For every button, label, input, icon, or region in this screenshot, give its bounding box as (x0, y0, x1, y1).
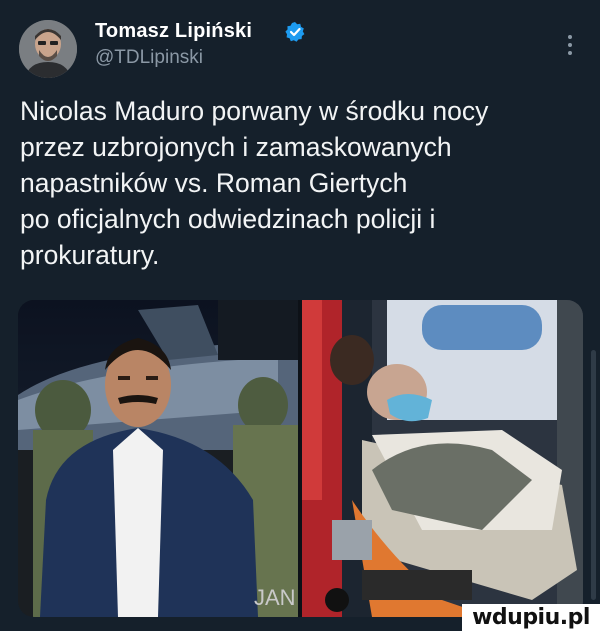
more-options-icon[interactable] (560, 30, 580, 60)
photo-maduro-image[interactable]: JAN (18, 300, 298, 617)
tweet-text-line: prokuratury. (20, 240, 160, 270)
watermark-logo: wdupiu.pl (462, 604, 600, 631)
tweet-text: Nicolas Maduro porwany w środku nocy prz… (20, 93, 585, 273)
tweet-text-line: przez uzbrojonych i zamaskowanych (20, 132, 452, 162)
tweet-text-line: napastników vs. Roman Giertych (20, 168, 408, 198)
photo-caption-fragment: JAN (254, 585, 296, 610)
tweet-text-line: Nicolas Maduro porwany w środku nocy (20, 96, 489, 126)
tweet-media[interactable]: JAN (18, 300, 583, 617)
photo-giertych-image[interactable] (302, 300, 583, 617)
author-avatar[interactable] (19, 20, 77, 78)
verified-badge-icon (285, 22, 305, 42)
tweet-text-line: po oficjalnych odwiedzinach policji i (20, 204, 436, 234)
author-handle[interactable]: @TDLipinski (95, 47, 203, 69)
author-name[interactable]: Tomasz Lipiński (95, 20, 252, 43)
avatar-portrait-icon (19, 20, 77, 78)
tweet-card: Tomasz Lipiński @TDLipinski Nicolas Madu… (0, 0, 600, 631)
scrollbar[interactable] (591, 350, 596, 600)
